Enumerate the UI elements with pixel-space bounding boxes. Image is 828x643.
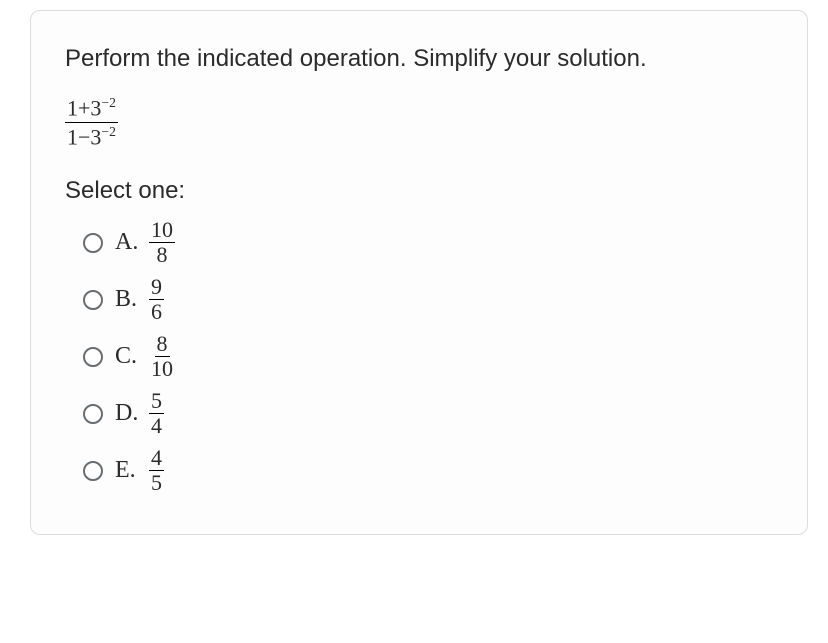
radio-a[interactable] [83,233,103,253]
question-expression: 1+3−2 1−3−2 [65,95,118,149]
option-fraction: 9 6 [149,276,164,323]
frac-denom: 4 [149,414,164,437]
option-d-label: D. 5 4 [115,390,164,437]
option-fraction: 8 10 [149,333,175,380]
option-letter: B. [115,286,141,313]
frac-denom: 10 [149,357,175,380]
option-e[interactable]: E. 4 5 [83,447,773,494]
expression-numerator: 1+3−2 [65,95,118,123]
option-fraction: 5 4 [149,390,164,437]
option-letter: E. [115,457,141,484]
question-prompt: Perform the indicated operation. Simplif… [65,41,773,77]
option-a-label: A. 10 8 [115,219,175,266]
expression-denominator: 1−3−2 [65,123,118,150]
radio-b[interactable] [83,290,103,310]
option-b-label: B. 9 6 [115,276,164,323]
frac-denom: 8 [155,243,170,266]
option-letter: A. [115,229,141,256]
den-base: 1−3 [67,124,101,149]
radio-c[interactable] [83,347,103,367]
option-fraction: 4 5 [149,447,164,494]
num-base: 1+3 [67,95,101,120]
frac-numer: 4 [149,447,164,471]
question-card: Perform the indicated operation. Simplif… [30,10,808,535]
frac-denom: 5 [149,471,164,494]
radio-d[interactable] [83,404,103,424]
option-letter: D. [115,400,141,427]
option-e-label: E. 4 5 [115,447,164,494]
den-exp: −2 [101,124,116,139]
option-fraction: 10 8 [149,219,175,266]
num-exp: −2 [101,95,116,110]
option-letter: C. [115,343,141,370]
options-list: A. 10 8 B. 9 6 C. 8 [65,219,773,494]
option-c-label: C. 8 10 [115,333,175,380]
frac-numer: 8 [155,333,170,357]
radio-e[interactable] [83,461,103,481]
frac-denom: 6 [149,300,164,323]
select-one-label: Select one: [65,177,773,205]
option-a[interactable]: A. 10 8 [83,219,773,266]
frac-numer: 10 [149,219,175,243]
frac-numer: 5 [149,390,164,414]
option-c[interactable]: C. 8 10 [83,333,773,380]
option-d[interactable]: D. 5 4 [83,390,773,437]
option-b[interactable]: B. 9 6 [83,276,773,323]
frac-numer: 9 [149,276,164,300]
